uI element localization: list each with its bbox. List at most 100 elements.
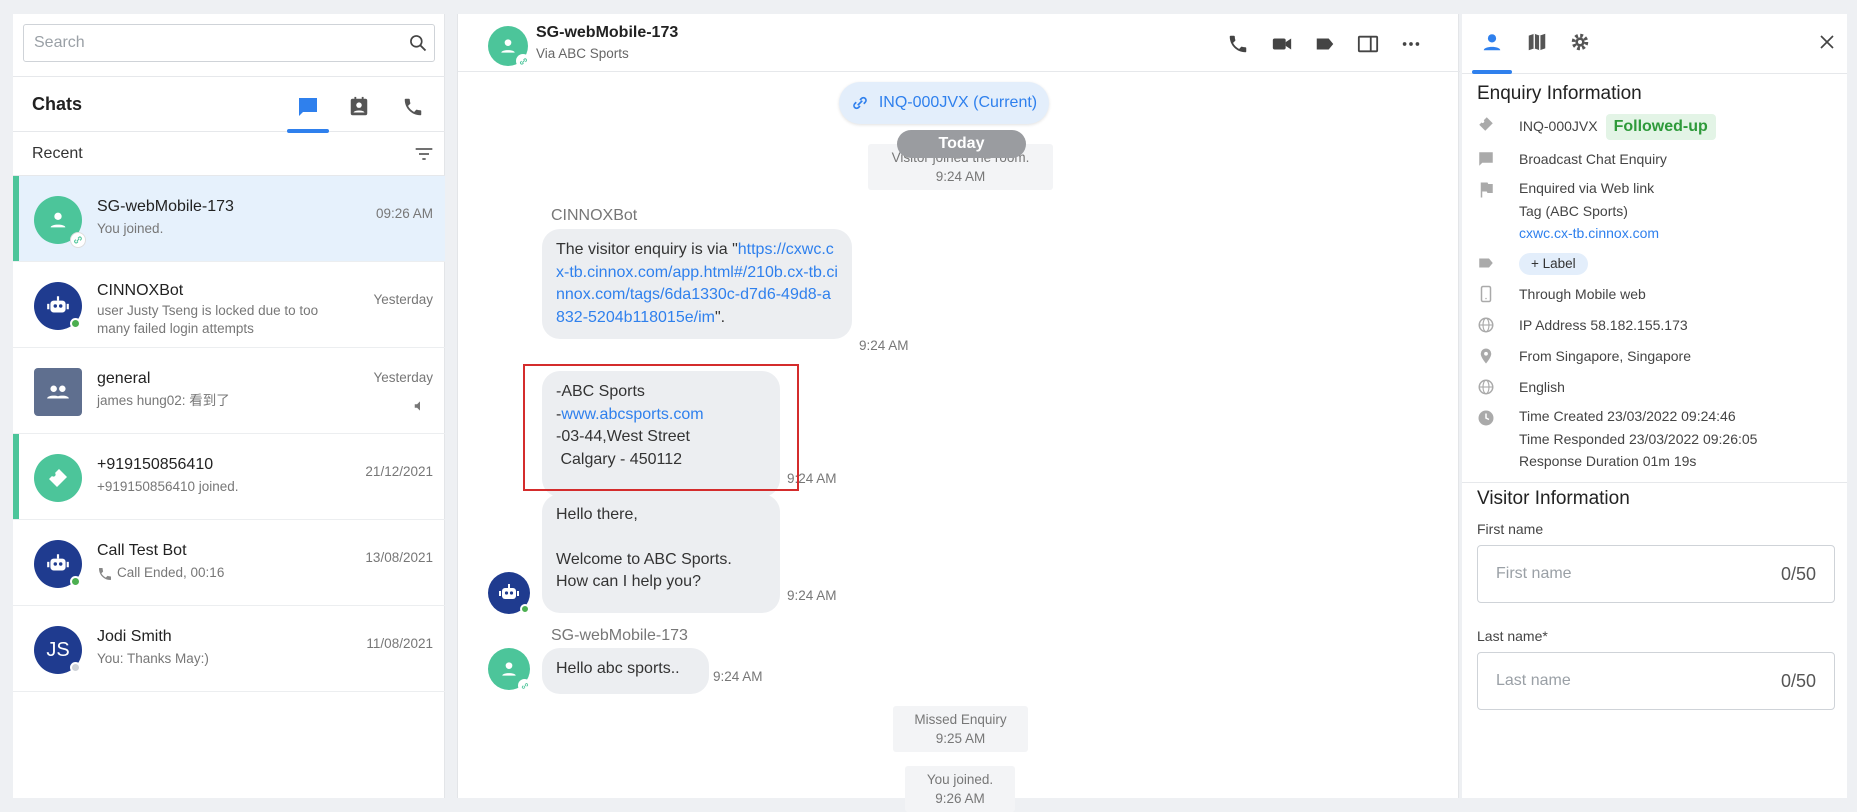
mute-icon <box>413 398 427 414</box>
chat-name: Jodi Smith <box>97 628 172 645</box>
chat-time: Yesterday <box>373 292 433 307</box>
location-row: From Singapore, Singapore <box>1477 343 1837 369</box>
phone-tab-icon[interactable] <box>393 87 433 127</box>
inquiry-pill-label: INQ-000JVX (Current) <box>878 94 1038 111</box>
message-line: How can I help you? <box>556 573 701 590</box>
mobile-icon <box>1477 285 1495 303</box>
chat-time: 09:26 AM <box>375 206 433 221</box>
message-text: ". <box>714 308 726 326</box>
flag-icon <box>1477 181 1495 199</box>
settings-tab-icon[interactable] <box>1560 24 1600 60</box>
message-sender: CINNOXBot <box>551 207 638 224</box>
last-name-input[interactable] <box>1478 653 1758 709</box>
message-time: 9:24 AM <box>859 338 909 353</box>
first-name-input[interactable] <box>1478 546 1758 602</box>
message-bubble-welcome: Hello there, Welcome to ABC Sports. How … <box>542 494 780 613</box>
message-text: The visitor enquiry is via " <box>556 241 738 258</box>
enquiry-info-title: Enquiry Information <box>1477 83 1642 104</box>
ticket-avatar <box>34 454 82 502</box>
enquiry-type-row: Broadcast Chat Enquiry <box>1477 146 1837 172</box>
system-message-text: You joined. <box>926 772 994 787</box>
active-tab-indicator <box>1472 70 1512 74</box>
system-message-you-joined: You joined. 9:26 AM <box>905 766 1015 812</box>
chat-item-jodi-smith[interactable]: JS Jodi Smith You: Thanks May:) 11/08/20… <box>13 606 445 692</box>
map-tab-icon[interactable] <box>1517 24 1557 60</box>
chat-item-sg-webmobile-173[interactable]: SG-webMobile-173 You joined. 09:26 AM <box>13 176 445 262</box>
filter-icon[interactable] <box>413 144 435 164</box>
current-inquiry-pill[interactable]: INQ-000JVX (Current) <box>839 82 1049 124</box>
location-text: From Singapore, Singapore <box>1519 348 1691 364</box>
chat-preview: user Justy Tseng is locked due to too ma… <box>97 303 319 336</box>
ip-row: IP Address 58.182.155.173 <box>1477 312 1837 338</box>
chat-preview: You joined. <box>97 221 164 236</box>
enquiry-id-row: INQ-000JVX Followed-up <box>1477 113 1837 143</box>
chat-name: Call Test Bot <box>97 542 187 559</box>
ticket-icon <box>1477 115 1495 133</box>
split-view-icon[interactable] <box>1354 30 1382 58</box>
recent-label: Recent <box>32 145 83 162</box>
time-responded: Time Responded 23/03/2022 09:26:05 <box>1519 430 1758 447</box>
enquired-via: Enquired via Web link <box>1519 180 1655 196</box>
chat-tab-icon[interactable] <box>288 87 328 127</box>
enquiry-type: Broadcast Chat Enquiry <box>1519 151 1667 167</box>
close-icon[interactable] <box>1807 24 1847 60</box>
enquiry-source-row: Enquired via Web link Tag (ABC Sports) c… <box>1477 177 1837 247</box>
chat-item-919150856410[interactable]: +919150856410 +919150856410 joined. 21/1… <box>13 434 445 520</box>
message-sender: SG-webMobile-173 <box>551 627 688 644</box>
message-line: Hello there, <box>556 506 638 523</box>
language-globe-icon <box>1477 378 1495 396</box>
label-row: + Label <box>1477 250 1837 276</box>
clock-icon <box>1477 409 1495 427</box>
conversation-title: SG-webMobile-173 <box>536 24 679 41</box>
last-name-char-count: 0/50 <box>1780 671 1816 691</box>
active-indicator <box>13 176 19 261</box>
ip-address: IP Address 58.182.155.173 <box>1519 317 1688 333</box>
last-name-field[interactable]: 0/50 <box>1477 652 1835 710</box>
system-message-time: 9:24 AM <box>935 169 986 184</box>
add-label-button[interactable]: + Label <box>1519 253 1588 275</box>
link-badge-icon <box>516 54 530 68</box>
details-panel: Enquiry Information INQ-000JVX Followed-u… <box>1462 14 1847 798</box>
chat-name: CINNOXBot <box>97 282 184 299</box>
first-name-field[interactable]: 0/50 <box>1477 545 1835 603</box>
message-bubble: The visitor enquiry is via "https://cxwc… <box>542 229 852 339</box>
chat-preview: Call Ended, 00:16 <box>117 565 225 580</box>
chat-preview: james hung02: 看到了 <box>97 393 230 408</box>
language-row: English <box>1477 374 1837 400</box>
offline-status-dot <box>70 662 81 673</box>
chat-time: Yesterday <box>373 370 433 385</box>
profile-tab-icon[interactable] <box>1472 24 1512 60</box>
more-options-icon[interactable] <box>1397 30 1425 58</box>
voice-call-icon[interactable] <box>1224 30 1252 58</box>
chat-bubble-icon <box>1477 150 1495 168</box>
chat-item-cinnoxbot[interactable]: CINNOXBot user Justy Tseng is locked due… <box>13 262 445 348</box>
conversation-header: SG-webMobile-173 Via ABC Sports <box>458 14 1460 72</box>
system-message-time: 9:25 AM <box>935 731 986 746</box>
chat-list-panel: Chats Recent SG-webMobile-173 You joined… <box>13 14 445 798</box>
language-text: English <box>1519 379 1565 395</box>
channel-row: Through Mobile web <box>1477 281 1837 307</box>
chat-item-call-test-bot[interactable]: Call Test Bot Call Ended, 00:16 13/08/20… <box>13 520 445 606</box>
conversation-subtitle: Via ABC Sports <box>536 46 629 61</box>
call-ended-icon <box>97 566 113 582</box>
tag-icon[interactable] <box>1311 30 1339 58</box>
globe-icon <box>1477 316 1495 334</box>
chat-preview: +919150856410 joined. <box>97 479 239 494</box>
video-call-icon[interactable] <box>1268 30 1296 58</box>
chat-name: +919150856410 <box>97 456 214 473</box>
timing-row: Time Created 23/03/2022 09:24:46 Time Re… <box>1477 405 1837 475</box>
domain-link[interactable]: cxwc.cx-tb.cinnox.com <box>1519 222 1659 245</box>
contacts-tab-icon[interactable] <box>339 87 379 127</box>
message-time: 9:24 AM <box>713 669 763 684</box>
chats-title: Chats <box>32 94 83 114</box>
chat-item-general[interactable]: general james hung02: 看到了 Yesterday <box>13 348 445 434</box>
system-message-missed-enquiry: Missed Enquiry 9:25 AM <box>893 706 1028 752</box>
search-box[interactable] <box>23 24 435 62</box>
search-input[interactable] <box>24 25 394 61</box>
enquiry-id: INQ-000JVX <box>1519 118 1598 134</box>
chat-time: 21/12/2021 <box>365 464 433 479</box>
search-icon[interactable] <box>408 33 428 53</box>
first-name-char-count: 0/50 <box>1780 564 1816 584</box>
time-created: Time Created 23/03/2022 09:24:46 <box>1519 408 1736 424</box>
